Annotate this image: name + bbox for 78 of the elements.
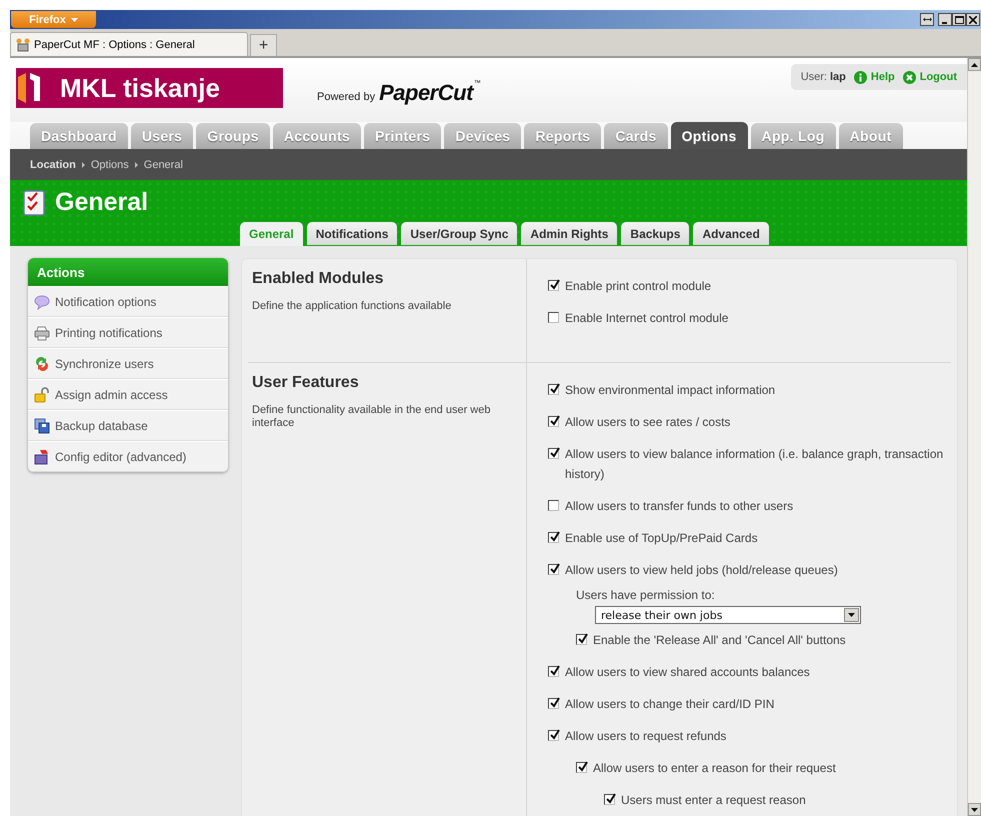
sub-tab[interactable]: Advanced — [693, 222, 769, 245]
separator-icon — [134, 162, 138, 168]
info-icon — [854, 70, 867, 84]
page-title: General — [55, 188, 148, 217]
action-link[interactable]: Notification options — [28, 286, 228, 317]
action-link[interactable]: Backup database — [28, 410, 228, 441]
checkbox[interactable] — [548, 532, 559, 543]
scroll-up-icon[interactable] — [968, 58, 981, 71]
speech-bubble-icon — [34, 294, 50, 310]
checklist-icon — [23, 190, 45, 216]
user-name: lap — [830, 71, 846, 83]
checkbox[interactable] — [548, 730, 559, 741]
option-label: Enable use of TopUp/PrePaid Cards — [565, 530, 758, 547]
checkbox[interactable] — [548, 666, 559, 677]
checkbox[interactable] — [548, 280, 559, 291]
field-label: Users have permission to: — [576, 587, 716, 604]
breadcrumb-link[interactable]: General — [144, 158, 183, 170]
option-label: Allow users to change their card/ID PIN — [565, 696, 774, 713]
resize-icon[interactable] — [920, 13, 934, 26]
separator-icon — [82, 162, 85, 168]
action-link[interactable]: Printing notifications — [28, 317, 228, 348]
printer-people-icon — [15, 38, 31, 52]
section-description: Define the application functions available — [252, 300, 452, 313]
checkbox[interactable] — [604, 794, 615, 805]
maximize-icon[interactable] — [952, 13, 966, 26]
option-label: Allow users to enter a reason for their request — [593, 760, 836, 777]
scrollbar[interactable] — [967, 58, 981, 816]
option-label: Allow users to transfer funds to other users — [565, 498, 794, 515]
option-label: Allow users to view held jobs (hold/release queues) — [565, 562, 838, 579]
option-label: Allow users to request refunds — [565, 728, 726, 745]
sub-tab[interactable]: Admin Rights — [521, 222, 618, 245]
user-label: User: — [800, 71, 827, 83]
option-label: Allow users to see rates / costs — [565, 414, 730, 431]
checkbox[interactable] — [548, 564, 559, 575]
option-label: Enable Internet control module — [565, 310, 728, 327]
new-tab-button[interactable]: + — [250, 34, 277, 56]
permission-dropdown[interactable]: release their own jobs — [595, 606, 861, 624]
sync-arrows-icon — [34, 356, 50, 372]
logo-banner: MKL tiskanje — [16, 68, 283, 108]
action-link[interactable]: Synchronize users — [28, 348, 228, 379]
browser-tab[interactable]: PaperCut MF : Options : General — [10, 32, 248, 56]
checkbox[interactable] — [576, 762, 587, 773]
option-label: Enable print control module — [565, 278, 712, 295]
powered-by-text: Powered by — [317, 91, 376, 103]
actions-header: Actions — [28, 258, 228, 286]
action-link[interactable]: Assign admin access — [28, 379, 228, 410]
section-title: Enabled Modules — [252, 270, 385, 288]
checkbox[interactable] — [548, 448, 559, 459]
checkbox[interactable] — [548, 698, 559, 709]
checkbox[interactable] — [548, 384, 559, 395]
checkbox[interactable] — [548, 500, 559, 511]
nav-tab[interactable]: Options — [670, 122, 748, 149]
option-label: Allow users to view shared accounts balances — [565, 664, 810, 681]
minimize-icon[interactable] — [938, 13, 952, 26]
floppy-disk-icon — [34, 418, 50, 434]
close-circle-icon — [902, 70, 916, 84]
action-link[interactable]: Config editor (advanced) — [28, 441, 228, 472]
scroll-down-icon[interactable] — [968, 803, 981, 816]
toolbox-icon — [34, 448, 50, 464]
printer-icon — [34, 324, 50, 340]
breadcrumb-link[interactable]: Location — [30, 158, 76, 170]
breadcrumb-link[interactable]: Options — [90, 158, 129, 170]
checkbox[interactable] — [548, 416, 559, 427]
option-label: Show environmental impact information — [565, 382, 776, 399]
option-label: Allow users to view balance information (i.e. balance graph, transaction history) — [565, 446, 944, 483]
option-label: Enable the 'Release All' and 'Cancel All' buttons — [593, 632, 846, 649]
sub-tab[interactable]: User/Group Sync — [401, 222, 518, 245]
option-label: Users must enter a request reason — [621, 792, 806, 809]
brand-logo-text: PaperCut — [379, 80, 473, 106]
checkbox[interactable] — [548, 312, 559, 323]
sub-tab[interactable]: Backups — [621, 222, 690, 245]
close-icon[interactable] — [966, 13, 980, 26]
padlock-icon — [34, 386, 50, 402]
checkbox[interactable] — [576, 634, 587, 645]
section-title: User Features — [252, 374, 360, 392]
section-description: Define functionality available in the end user web interface — [252, 404, 492, 430]
sub-tab[interactable]: Notifications — [306, 222, 398, 245]
caret-icon — [70, 18, 78, 22]
